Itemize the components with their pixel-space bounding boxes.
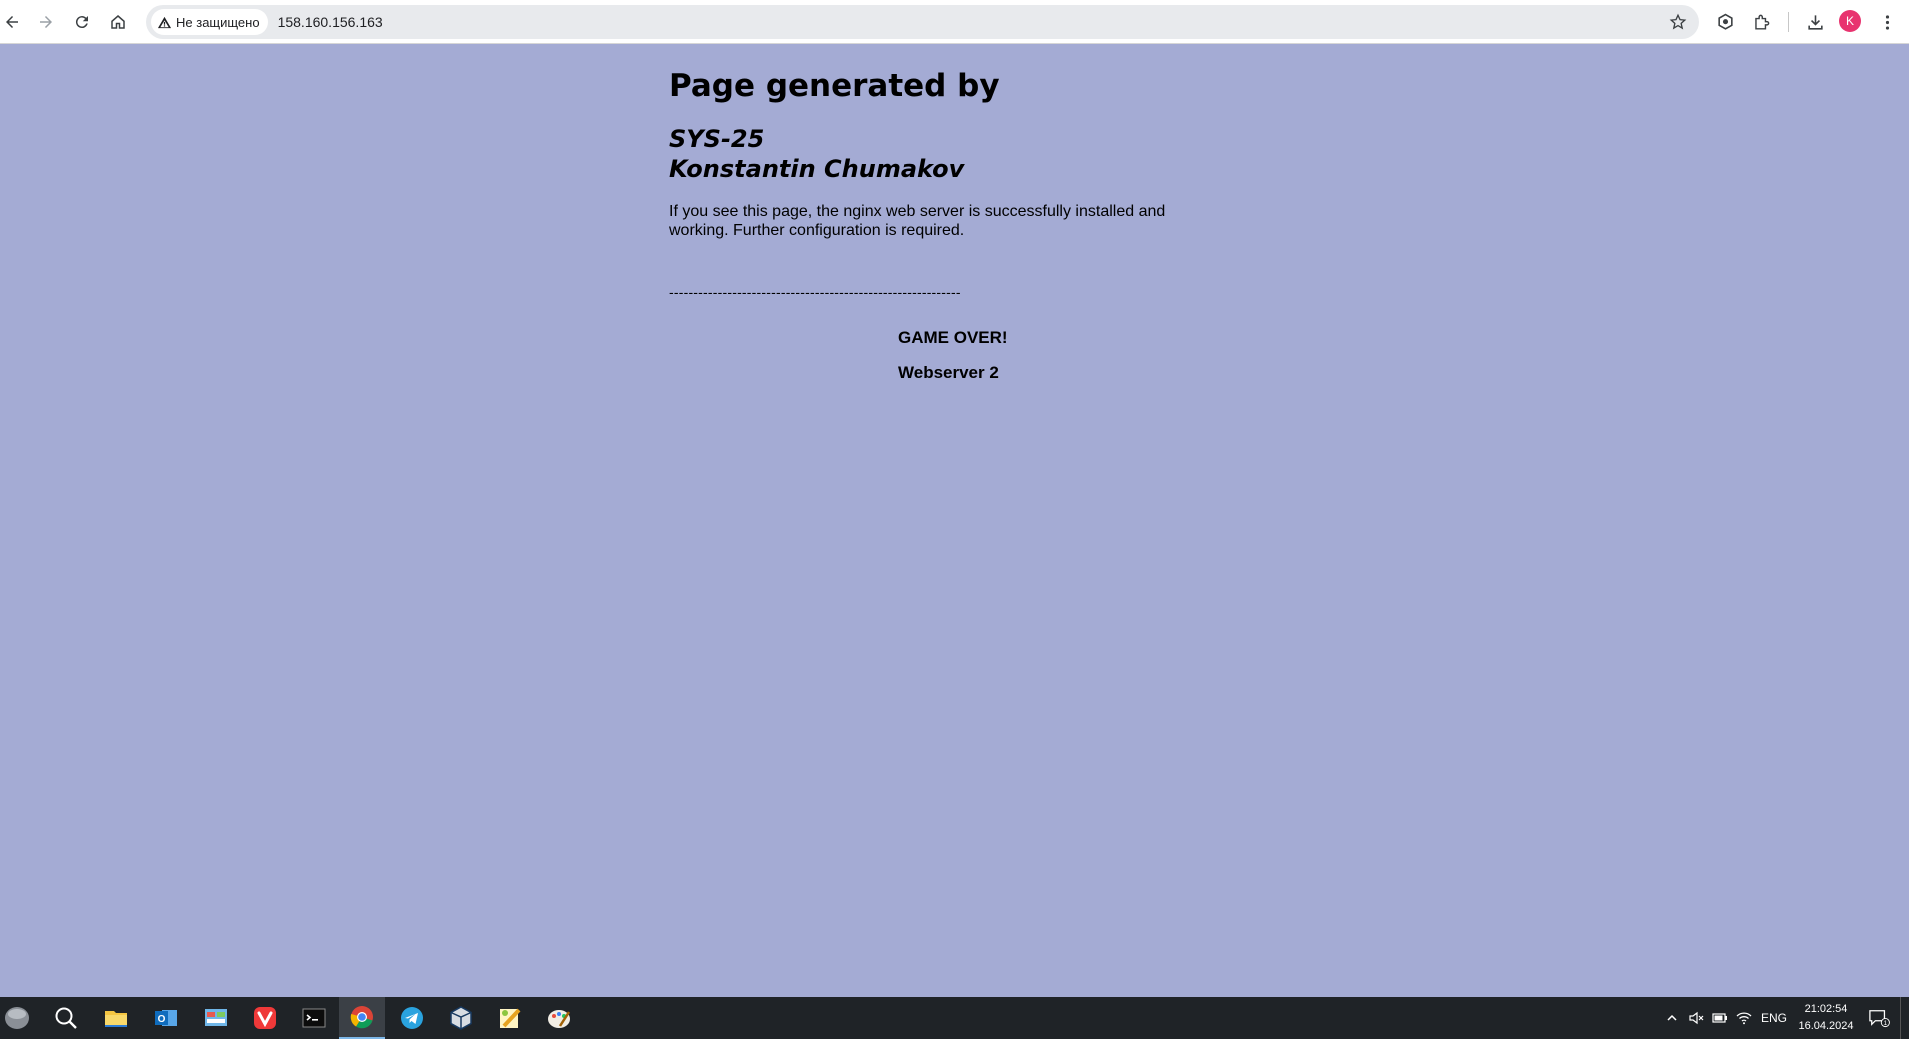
taskbar-outlook[interactable]: O — [143, 997, 189, 1039]
browser-toolbar: Не защищено 158.160.156.163 K — [0, 0, 1909, 44]
outlook-icon: O — [155, 1010, 177, 1026]
downloads-button[interactable] — [1800, 7, 1830, 37]
home-icon — [111, 15, 125, 29]
arrow-right-icon — [40, 16, 52, 28]
puzzle-icon — [1754, 14, 1769, 30]
arrow-left-icon — [6, 16, 18, 28]
volume-muted-icon — [1689, 1011, 1704, 1025]
notification-icon: 1 — [1869, 1010, 1890, 1028]
windows-taskbar: O ENG 21:02:54 16.04.2024 1 — [0, 997, 1909, 1039]
chrome-icon — [350, 1006, 373, 1029]
kebab-menu-icon — [1885, 14, 1889, 30]
toolbar-divider — [1788, 12, 1789, 32]
home-button[interactable] — [103, 7, 133, 37]
security-label: Не защищено — [176, 14, 260, 30]
notification-count: 1 — [1884, 1020, 1888, 1027]
nginx-message: If you see this page, the nginx web serv… — [669, 203, 1166, 239]
page-heading: Page generated by — [669, 68, 1000, 104]
vivaldi-icon — [254, 1007, 276, 1029]
paint-palette-icon — [548, 1010, 571, 1028]
folder-icon — [105, 1011, 127, 1027]
tray-battery[interactable] — [1708, 997, 1732, 1039]
tray-language[interactable]: ENG — [1758, 997, 1790, 1039]
taskbar-paint[interactable] — [536, 997, 582, 1039]
reload-icon — [75, 16, 88, 29]
control-panel-icon — [205, 1009, 227, 1026]
page-content: Page generated by SYS-25 Konstantin Chum… — [669, 66, 1229, 382]
taskbar-virtualbox[interactable] — [438, 997, 484, 1039]
address-bar[interactable]: Не защищено 158.160.156.163 — [146, 5, 1699, 39]
extensions-menu-button[interactable] — [1746, 7, 1776, 37]
wifi-icon — [1736, 1012, 1752, 1025]
virtualbox-icon — [450, 1006, 472, 1030]
webserver-label: Webserver 2 — [898, 363, 999, 382]
taskbar-terminal[interactable] — [291, 997, 337, 1039]
star-icon — [1669, 13, 1687, 30]
back-button[interactable] — [0, 7, 27, 37]
chevron-up-icon — [1667, 1014, 1677, 1021]
battery-icon — [1712, 1013, 1727, 1023]
taskbar-file-explorer[interactable] — [93, 997, 139, 1039]
taskbar-clock[interactable]: 21:02:54 16.04.2024 — [1790, 1001, 1862, 1035]
tray-overflow-button[interactable] — [1662, 997, 1682, 1039]
extension-button[interactable] — [1710, 7, 1740, 37]
tray-wifi[interactable] — [1732, 997, 1756, 1039]
bookmark-button[interactable] — [1665, 9, 1691, 35]
taskbar-control-panel[interactable] — [193, 997, 239, 1039]
browser-menu-button[interactable] — [1872, 7, 1902, 37]
url-text[interactable]: 158.160.156.163 — [278, 14, 383, 30]
clock-time: 21:02:54 — [1804, 1003, 1848, 1015]
group-name: SYS-25 — [669, 125, 765, 153]
dash-divider: ----------------------------------------… — [669, 284, 961, 300]
notification-center-button[interactable]: 1 — [1866, 1007, 1892, 1029]
taskbar-search[interactable] — [43, 997, 89, 1039]
taskbar-notepad-plus[interactable] — [487, 997, 533, 1039]
author-block: SYS-25 Konstantin Chumakov — [669, 124, 1229, 184]
telegram-icon — [401, 1007, 423, 1029]
game-over-text: GAME OVER! — [898, 328, 1008, 347]
download-icon — [1807, 14, 1823, 30]
search-icon — [55, 1007, 77, 1029]
profile-avatar[interactable]: K — [1839, 10, 1861, 32]
clock-date: 16.04.2024 — [1798, 1020, 1854, 1032]
terminal-icon — [302, 1008, 326, 1028]
start-button[interactable] — [0, 997, 40, 1039]
taskbar-telegram[interactable] — [389, 997, 435, 1039]
reload-button[interactable] — [67, 7, 97, 37]
start-orb-icon — [5, 1007, 29, 1029]
forward-button[interactable] — [31, 7, 61, 37]
show-desktop-button[interactable] — [1900, 997, 1909, 1039]
taskbar-vivaldi[interactable] — [242, 997, 288, 1039]
shield-extension-icon — [1717, 13, 1733, 30]
warning-icon — [157, 16, 172, 28]
author-name: Konstantin Chumakov — [669, 155, 965, 183]
security-indicator[interactable]: Не защищено — [151, 9, 268, 35]
svg-text:O: O — [158, 1014, 166, 1025]
notepad-plus-icon — [500, 1008, 521, 1028]
taskbar-chrome[interactable] — [339, 997, 385, 1039]
tray-volume[interactable] — [1684, 997, 1708, 1039]
